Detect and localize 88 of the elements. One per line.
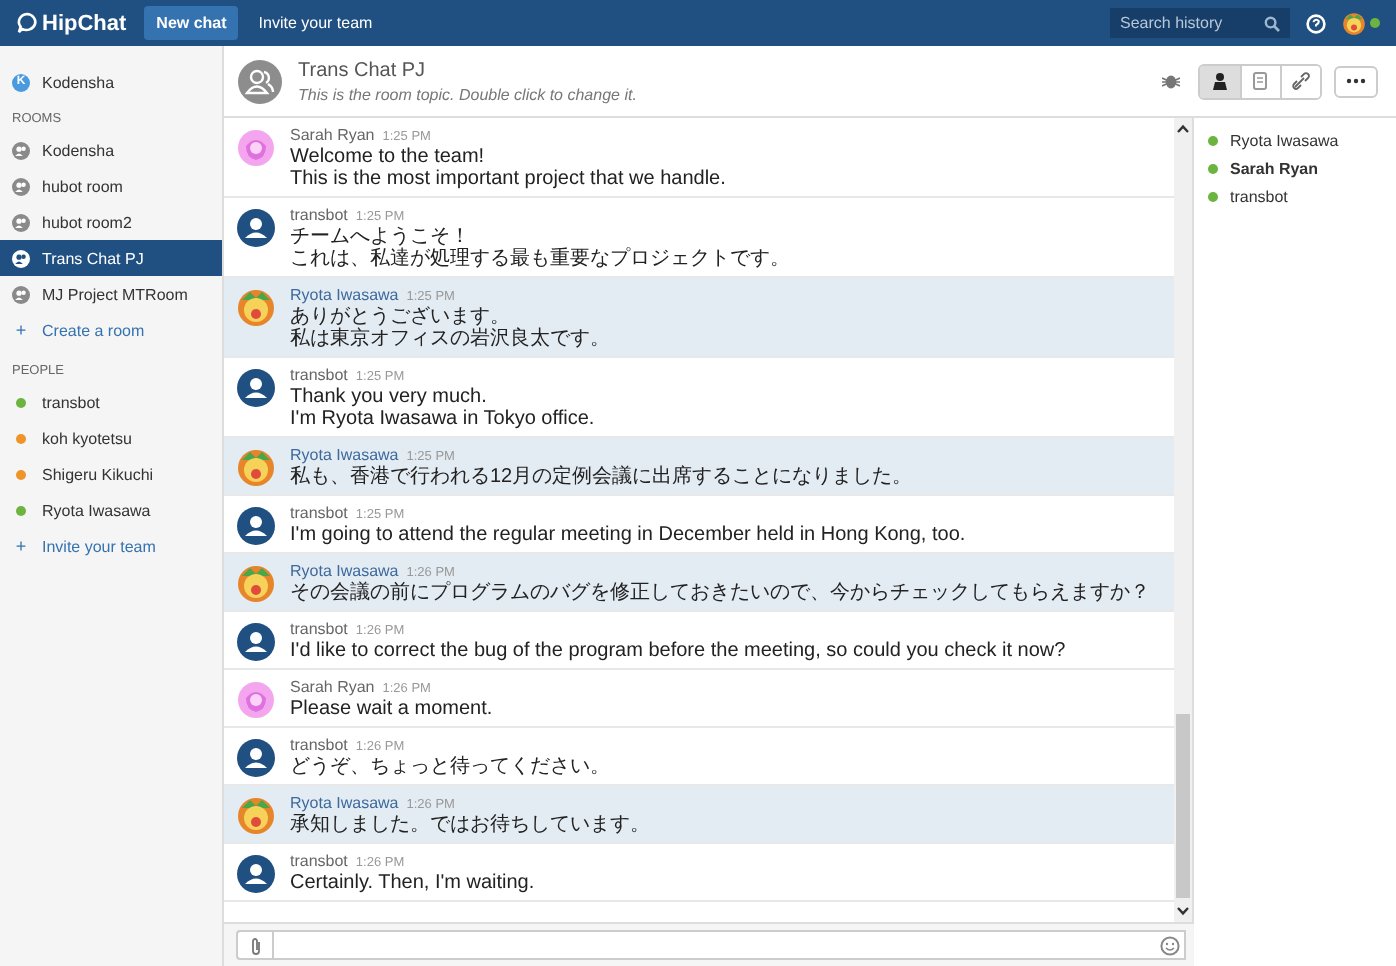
message-text: Certainly. Then, I'm waiting.: [290, 872, 535, 894]
nav-tab[interactable]: Invite your team: [246, 6, 385, 40]
avatar-icon: [236, 564, 276, 604]
person-item[interactable]: Ryota Iwasawa: [42, 501, 151, 519]
message-text: 私も、香港で行われる12月の定例会議に出席することになりました。: [290, 466, 913, 488]
message-text: I'm going to attend the regular meeting in December held in Hong Kong, too.: [290, 524, 966, 546]
plus-icon: +: [12, 536, 30, 556]
view-toggle[interactable]: [1200, 65, 1240, 97]
sender-name: transbot: [290, 736, 348, 754]
room-avatar-icon: [238, 59, 282, 103]
person-icon: [1211, 72, 1229, 90]
message-text: This is the most important project that we handle.: [290, 168, 726, 190]
message-text: これは、私達が処理する最も重要なプロジェクトです。: [290, 248, 790, 270]
more-icon: [1346, 78, 1366, 84]
sender-name: Ryota Iwasawa: [290, 562, 399, 580]
search-icon: [1264, 15, 1280, 31]
scroll-up-icon: [1176, 124, 1190, 134]
avatar-icon: [236, 738, 276, 778]
link-icon: [1292, 72, 1310, 90]
room-title: Trans Chat PJ: [298, 59, 428, 81]
room-item[interactable]: hubot room2: [0, 204, 222, 240]
message-text: チームへようこそ！: [290, 226, 472, 248]
sender-name: transbot: [290, 504, 348, 522]
search-field[interactable]: Search history: [1110, 8, 1290, 38]
room-item[interactable]: MJ Project MTRoom: [0, 276, 222, 312]
scroll-thumb[interactable]: [1176, 714, 1190, 898]
room-icon: [12, 285, 30, 303]
message-text: 私は東京オフィスの岩沢良太です。: [290, 328, 610, 350]
message-text: Welcome to the team!: [290, 146, 487, 168]
room-icon: [12, 249, 30, 267]
attach-button[interactable]: [236, 930, 272, 960]
sender-name: transbot: [290, 620, 348, 638]
message-text: どうぞ、ちょっと待ってください。: [290, 756, 610, 778]
sender-name: Ryota Iwasawa: [290, 794, 399, 812]
room-item[interactable]: Trans Chat PJ: [0, 240, 222, 276]
message-text: 承知しました。ではお待ちしています。: [290, 814, 650, 836]
sender-name: Sarah Ryan: [290, 678, 375, 696]
paperclip-icon: [249, 935, 261, 955]
member-name[interactable]: Sarah Ryan: [1230, 159, 1319, 177]
avatar-icon: [236, 506, 276, 546]
member-name[interactable]: Ryota Iwasawa: [1230, 131, 1339, 149]
view-toggle[interactable]: [1280, 65, 1320, 97]
document-icon: [1252, 72, 1270, 90]
avatar-icon: [236, 288, 276, 328]
message-text: その会議の前にプログラムのバグを修正しておきたいので、今からチェックしてもらえますか？: [290, 582, 1150, 604]
avatar-icon: [236, 680, 276, 720]
avatar-icon: [236, 854, 276, 894]
bug-icon: [1162, 72, 1180, 90]
app-logo: HipChat: [42, 11, 127, 35]
sender-name: transbot: [290, 366, 348, 384]
nav-tab[interactable]: New chat: [144, 6, 239, 40]
message-text: I'm Ryota Iwasawa in Tokyo office.: [290, 408, 595, 430]
plus-icon: +: [12, 320, 30, 340]
account-name[interactable]: Kodensha: [42, 73, 115, 91]
avatar-icon: [236, 208, 276, 248]
message-text: ありがとうございます。: [290, 306, 512, 328]
room-icon: [12, 177, 30, 195]
more-button[interactable]: [1334, 65, 1378, 97]
avatar-icon: [236, 622, 276, 662]
invite-link[interactable]: Invite your team: [42, 537, 156, 555]
room-item[interactable]: hubot room: [0, 168, 222, 204]
room-item[interactable]: Kodensha: [0, 132, 222, 168]
sender-name: transbot: [290, 206, 348, 224]
message-text: Thank you very much.: [290, 386, 489, 408]
emoji-icon: [1160, 935, 1180, 955]
member-name[interactable]: transbot: [1230, 187, 1288, 205]
person-item[interactable]: koh kyotetsu: [42, 429, 132, 447]
chat-bubble-icon: [16, 12, 38, 34]
sender-name: transbot: [290, 852, 348, 870]
avatar-icon: [236, 368, 276, 408]
message-input[interactable]: [272, 930, 1186, 960]
message-text: I'd like to correct the bug of the program before the meeting, so could you check it now?: [290, 640, 1066, 662]
message-text: Please wait a moment.: [290, 698, 493, 720]
room-icon: [12, 141, 30, 159]
scroll-down-icon: [1176, 906, 1190, 916]
person-item[interactable]: Shigeru Kikuchi: [42, 465, 154, 483]
avatar-icon: [236, 796, 276, 836]
room-topic[interactable]: This is the room topic. Double click to change it.: [298, 85, 637, 103]
help-icon[interactable]: [1306, 13, 1326, 33]
person-item[interactable]: transbot: [42, 393, 100, 411]
avatar-icon: [236, 128, 276, 168]
user-avatar[interactable]: [1342, 11, 1366, 35]
sender-name: Sarah Ryan: [290, 126, 375, 144]
sender-name: Ryota Iwasawa: [290, 446, 399, 464]
sender-name: Ryota Iwasawa: [290, 286, 399, 304]
create-room-link[interactable]: Create a room: [42, 321, 145, 339]
avatar-icon: [236, 448, 276, 488]
room-icon: [12, 213, 30, 231]
